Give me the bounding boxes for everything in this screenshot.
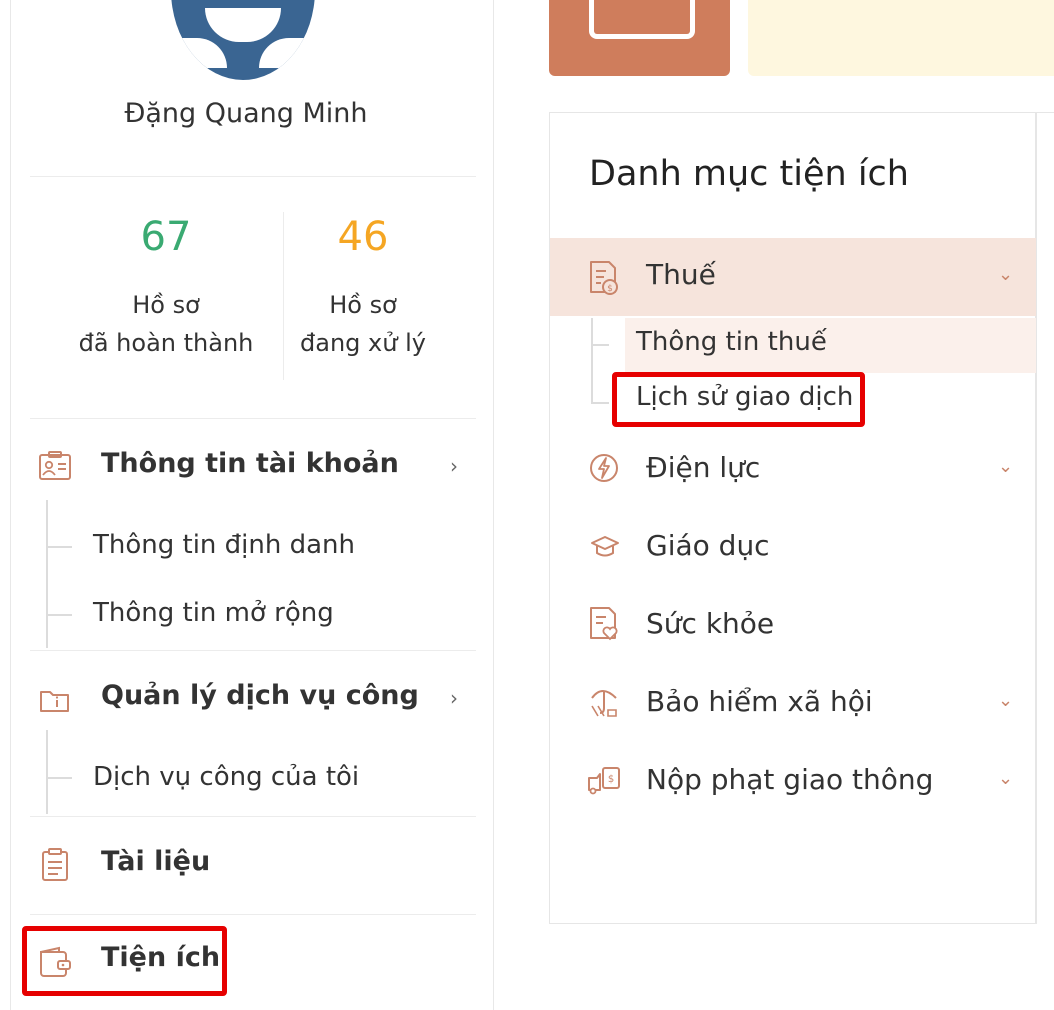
sidebar-item-public-services-label: Quản lý dịch vụ công bbox=[101, 680, 419, 711]
svg-text:$: $ bbox=[607, 284, 613, 294]
sidebar-item-my-public-services[interactable]: Dịch vụ công của tôi bbox=[93, 762, 359, 792]
tree-branch bbox=[48, 614, 72, 616]
processing-count: 46 bbox=[337, 214, 389, 260]
category-health[interactable]: Sức khỏe bbox=[550, 596, 1036, 652]
category-social-insurance-label: Bảo hiểm xã hội bbox=[646, 685, 873, 718]
chevron-down-icon[interactable]: ⌄ bbox=[998, 456, 1013, 477]
divider bbox=[30, 176, 476, 177]
tree-line bbox=[591, 318, 593, 404]
completed-count: 67 bbox=[140, 214, 192, 260]
sidebar-item-identity-info[interactable]: Thông tin định danh bbox=[93, 530, 355, 560]
chevron-down-icon[interactable]: ⌄ bbox=[998, 690, 1013, 711]
tax-document-icon: $ bbox=[590, 261, 618, 295]
tree-branch bbox=[591, 344, 609, 346]
category-traffic-fines-label: Nộp phạt giao thông bbox=[646, 763, 934, 796]
document-icon bbox=[42, 848, 68, 881]
sidebar-item-documents[interactable]: Tài liệu bbox=[30, 838, 476, 890]
category-electricity-label: Điện lực bbox=[646, 451, 761, 484]
graduation-cap-icon bbox=[591, 536, 619, 557]
chevron-right-icon: › bbox=[450, 454, 458, 478]
category-tax-label: Thuế bbox=[646, 258, 716, 291]
health-record-icon bbox=[590, 607, 618, 641]
summary-card-secondary[interactable] bbox=[748, 0, 1054, 76]
tree-branch bbox=[48, 777, 72, 779]
tree-line bbox=[46, 500, 48, 648]
subcategory-tax-info-label: Thông tin thuế bbox=[636, 327, 827, 357]
sidebar-item-documents-label: Tài liệu bbox=[101, 846, 211, 877]
chevron-down-icon[interactable]: ⌄ bbox=[998, 264, 1013, 285]
traffic-fine-icon: $ bbox=[588, 767, 620, 795]
divider bbox=[30, 816, 476, 817]
svg-text:$: $ bbox=[608, 774, 614, 785]
category-tax[interactable]: $ Thuế ⌄ bbox=[550, 238, 1036, 316]
divider bbox=[30, 650, 476, 651]
highlight-box-transaction-history bbox=[612, 372, 865, 427]
divider bbox=[30, 418, 476, 419]
id-card-icon bbox=[39, 451, 71, 480]
summary-card-primary[interactable] bbox=[549, 0, 730, 76]
chevron-down-icon[interactable]: ⌄ bbox=[998, 768, 1013, 789]
tree-branch bbox=[591, 402, 609, 404]
completed-label-line2: đã hoàn thành bbox=[78, 329, 254, 357]
sidebar-item-account-label: Thông tin tài khoản bbox=[101, 448, 399, 479]
chevron-right-icon: › bbox=[450, 686, 458, 710]
user-name: Đặng Quang Minh bbox=[124, 98, 368, 129]
folder-icon bbox=[40, 691, 69, 712]
tree-branch bbox=[48, 546, 72, 548]
tree-line bbox=[46, 730, 48, 814]
highlight-box-utilities bbox=[22, 926, 227, 996]
completed-label-line1: Hồ sơ bbox=[132, 291, 200, 319]
adjacent-panel bbox=[1036, 112, 1054, 924]
category-education[interactable]: Giáo dục bbox=[550, 518, 1036, 574]
lightning-icon bbox=[590, 454, 618, 482]
sidebar-item-account[interactable]: Thông tin tài khoản › bbox=[30, 440, 476, 492]
category-electricity[interactable]: Điện lực ⌄ bbox=[550, 440, 1036, 496]
sidebar-item-extended-info[interactable]: Thông tin mở rộng bbox=[93, 598, 334, 628]
umbrella-icon bbox=[591, 690, 617, 717]
divider bbox=[30, 914, 476, 915]
processing-label-line2: đang xử lý bbox=[300, 329, 426, 357]
sidebar-item-public-services[interactable]: Quản lý dịch vụ công › bbox=[30, 672, 476, 724]
subcategory-tax-info[interactable]: Thông tin thuế bbox=[625, 318, 1036, 373]
category-traffic-fines[interactable]: $ Nộp phạt giao thông ⌄ bbox=[550, 752, 1036, 808]
category-health-label: Sức khỏe bbox=[646, 607, 775, 640]
processing-label-line1: Hồ sơ bbox=[329, 291, 397, 319]
panel-title: Danh mục tiện ích bbox=[589, 154, 909, 194]
category-education-label: Giáo dục bbox=[646, 529, 770, 562]
category-social-insurance[interactable]: Bảo hiểm xã hội ⌄ bbox=[550, 674, 1036, 730]
